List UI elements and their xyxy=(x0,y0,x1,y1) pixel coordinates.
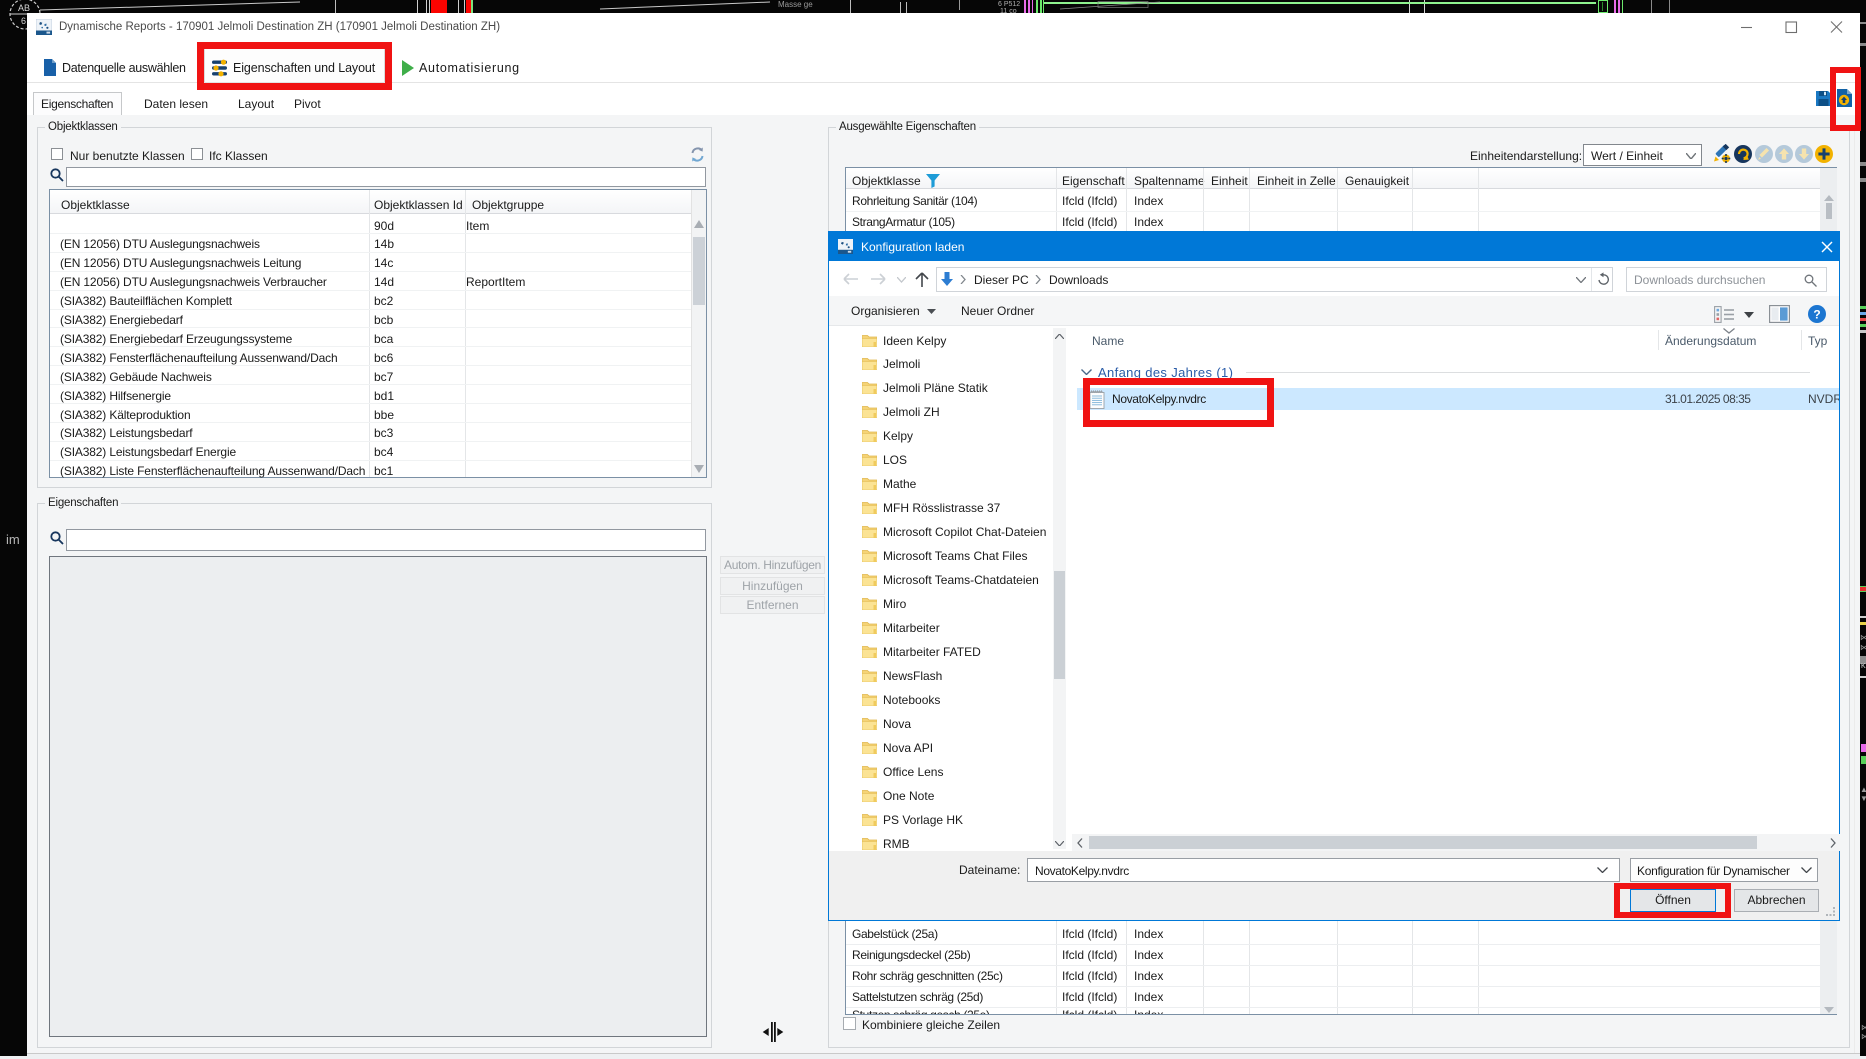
svg-text:6: 6 xyxy=(21,16,26,26)
svg-text:?: ? xyxy=(1813,307,1820,321)
svg-text:AB: AB xyxy=(18,3,30,13)
